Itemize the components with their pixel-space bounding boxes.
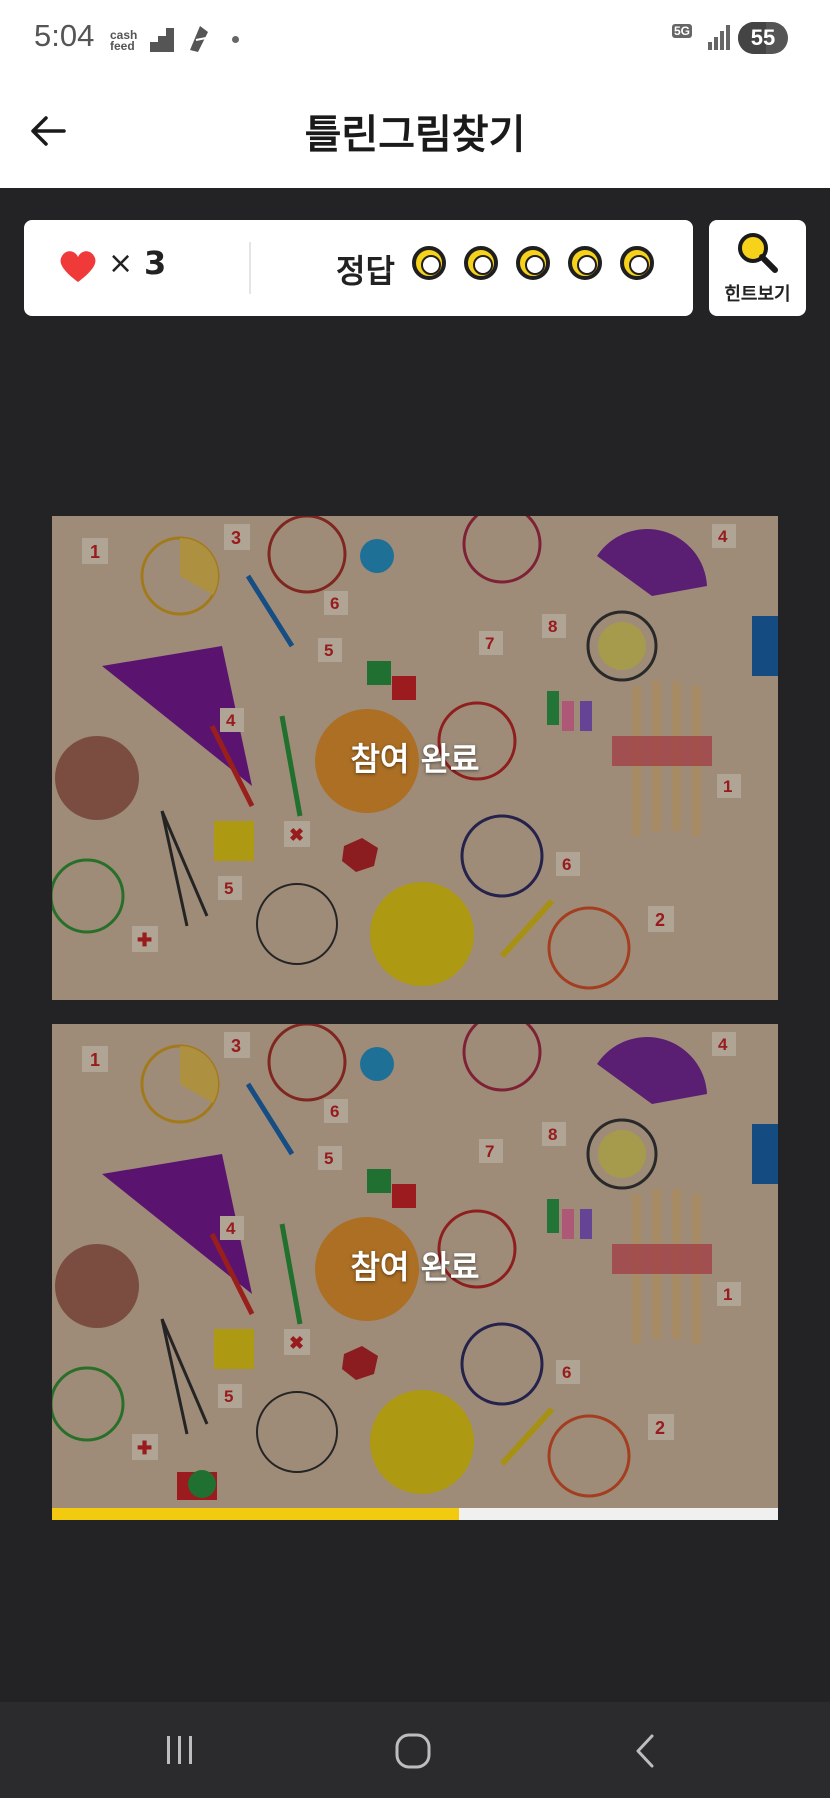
completed-overlay: 참여 완료 <box>52 1024 778 1508</box>
cashfeed-notification-icon: cash feed <box>110 28 138 53</box>
hint-button[interactable]: 힌트보기 <box>709 220 806 316</box>
signal-icon <box>708 25 730 50</box>
puzzle-image-original[interactable]: 1 3 6 5 7 8 4 5 6 2 1 4 ✚ ✖ 참여 완료 <box>52 516 778 1000</box>
hint-label: 힌트보기 <box>724 284 791 305</box>
steps-notification-icon <box>150 28 174 52</box>
answer-label: 정답 <box>336 252 395 290</box>
network-type-badge: 5G <box>672 24 693 38</box>
game-status-card: × 3 정답 <box>24 220 693 316</box>
heart-icon <box>60 251 96 282</box>
time-progress-fill <box>52 1508 459 1520</box>
status-bar: 5:04 cash feed 5G 55 <box>0 0 830 78</box>
answer-slot <box>568 246 602 280</box>
completed-overlay: 참여 완료 <box>52 516 778 1000</box>
completed-label: 참여 완료 <box>350 740 480 778</box>
battery-percent: 55 <box>750 25 776 50</box>
answer-slot <box>412 246 446 280</box>
answer-slot <box>464 246 498 280</box>
answer-slot <box>620 246 654 280</box>
app-bar: 틀린그림찾기 <box>0 78 830 188</box>
lives-multiplier: × <box>108 246 134 281</box>
page-title: 틀린그림찾기 <box>304 112 526 158</box>
back-icon[interactable] <box>628 1732 664 1770</box>
leaf-notification-icon <box>190 26 208 52</box>
more-notifications-dot <box>232 36 239 43</box>
divider <box>249 242 251 294</box>
completed-label: 참여 완료 <box>350 1248 480 1286</box>
magnifier-icon <box>738 233 778 273</box>
recent-apps-icon[interactable] <box>162 1732 198 1768</box>
status-time: 5:04 <box>34 18 95 53</box>
system-nav-bar <box>0 1702 830 1798</box>
lives-count: 3 <box>144 244 167 282</box>
home-icon[interactable] <box>394 1732 432 1770</box>
battery-icon: 55 <box>738 22 788 54</box>
answer-slot <box>516 246 550 280</box>
puzzle-image-modified[interactable]: 1 3 6 5 7 8 4 5 6 2 1 4 ✚ ✖ 참여 완료 <box>52 1024 778 1508</box>
time-progress-bar <box>52 1508 778 1520</box>
